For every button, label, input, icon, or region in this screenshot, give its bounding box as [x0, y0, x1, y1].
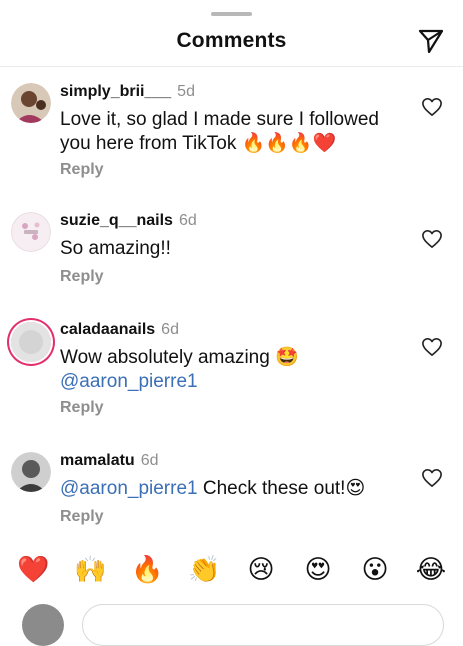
username[interactable]: mamalatu [60, 452, 135, 469]
user-photo-avatar[interactable] [11, 452, 51, 492]
reply-button[interactable]: Reply [60, 268, 104, 286]
comment-meta: mamalatu 6d [60, 452, 159, 470]
comment-text: So amazing!! [60, 238, 171, 259]
reply-button[interactable]: Reply [60, 161, 104, 179]
floral-logo-avatar[interactable] [11, 212, 51, 252]
comment-age: 5d [177, 83, 195, 100]
emoji-heart-eyes-button[interactable]: 😍 [302, 553, 334, 585]
comment-text-block: Wow absolutely amazing 🤩 @aaron_pierre1 [60, 346, 410, 394]
comment-meta: caladaanails 6d [60, 321, 179, 339]
username[interactable]: caladaanails [60, 321, 155, 338]
page-title: Comments [176, 29, 287, 52]
current-user-avatar [22, 604, 64, 646]
user-photo-avatar[interactable] [11, 83, 51, 123]
comment-age: 6d [140, 452, 159, 469]
paper-plane-icon[interactable] [418, 28, 444, 54]
comment-input[interactable] [82, 604, 444, 646]
emoji-fire-button[interactable]: 🔥 [131, 553, 163, 585]
username[interactable]: simply_brii___ [60, 83, 171, 100]
mention-link[interactable]: @aaron_pierre1 [60, 478, 198, 499]
emoji-heart-button[interactable]: ❤️ [17, 553, 49, 585]
story-ring-avatar[interactable] [11, 322, 51, 362]
comments-header: Comments [0, 0, 463, 67]
emoji-laugh-button[interactable]: 😂 [415, 553, 447, 585]
comment-meta: simply_brii___ 5d [60, 83, 195, 101]
comment-age: 6d [161, 321, 179, 338]
heart-outline-icon[interactable] [421, 97, 443, 117]
heart-outline-icon[interactable] [421, 337, 443, 357]
emoji-surprised-button[interactable]: 😮 [359, 553, 391, 585]
emoji-clap-button[interactable]: 👏 [188, 553, 220, 585]
comment-text: Wow absolutely amazing 🤩 [60, 347, 299, 368]
heart-outline-icon[interactable] [421, 468, 443, 488]
emoji-cry-button[interactable]: 😢 [245, 553, 277, 585]
comment-text: Check these out!😍 [197, 478, 366, 499]
comment-meta: suzie_q__nails 6d [60, 212, 197, 230]
emoji-raised-hands-button[interactable]: 🙌 [74, 553, 106, 585]
reply-button[interactable]: Reply [60, 399, 104, 417]
mention-link[interactable]: @aaron_pierre1 [60, 370, 410, 394]
reply-button[interactable]: Reply [60, 508, 104, 526]
comment-age: 6d [178, 212, 197, 229]
username[interactable]: suzie_q__nails [60, 212, 173, 229]
heart-outline-icon[interactable] [421, 229, 443, 249]
comment-text-block: @aaron_pierre1 Check these out!😍 [60, 477, 410, 501]
emoji-reaction-bar: ❤️ 🙌 🔥 👏 😢 😍 😮 😂 [0, 553, 463, 589]
comment-text: Love it, so glad I made sure I followed … [60, 109, 379, 154]
